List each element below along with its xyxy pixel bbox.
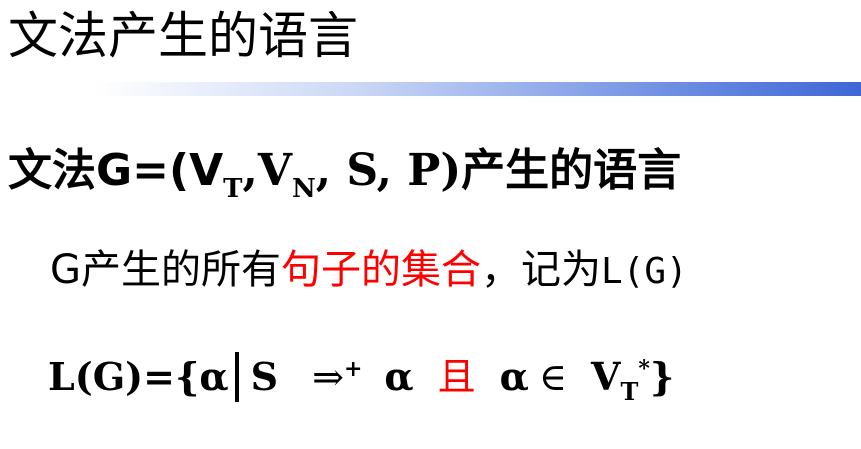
subscript-t: T (223, 174, 243, 204)
superscript-plus: + (343, 356, 363, 382)
definition-punct: ， (481, 247, 521, 293)
element-of-icon: ∈ (538, 355, 568, 399)
heading-suffix: 产生的语言 (461, 145, 682, 196)
formula-conjunction: 且 (437, 355, 476, 399)
definition-notation: L(G) (601, 251, 688, 292)
slide-title: 文法产生的语言 (8, 7, 358, 65)
title-underline-bar (95, 82, 861, 96)
definition-text: G产生的所有句子的集合，记为L(G) (50, 243, 688, 299)
formula-subscript-t: T (620, 377, 639, 406)
formula-alpha-2: α (499, 354, 529, 399)
heading-rest: , S, P) (315, 145, 462, 196)
definition-after: 记为 (521, 247, 601, 293)
formula-alpha-1: α (384, 354, 414, 399)
superscript-star: * (638, 356, 650, 382)
highlight-sentence-set: 句子的集合 (281, 247, 481, 293)
set-builder-bar (234, 351, 239, 402)
definition-before: G产生的所有 (50, 247, 281, 293)
heading-comma-v: ,V (242, 145, 292, 196)
formula-close: } (649, 354, 675, 399)
formula: L(G)={α S ⇒+ α 且 α ∈ VT*} (48, 350, 674, 410)
formula-start: L(G)={α (48, 354, 229, 399)
formula-v: V (591, 354, 621, 399)
definition-heading: 文法G=(VT,VN, S, P)产生的语言 (8, 143, 681, 205)
subscript-n: N (291, 174, 316, 204)
formula-s: S (250, 354, 279, 399)
derive-arrow-icon: ⇒ (312, 355, 344, 399)
heading-prefix: 文法G=(V (8, 145, 224, 196)
